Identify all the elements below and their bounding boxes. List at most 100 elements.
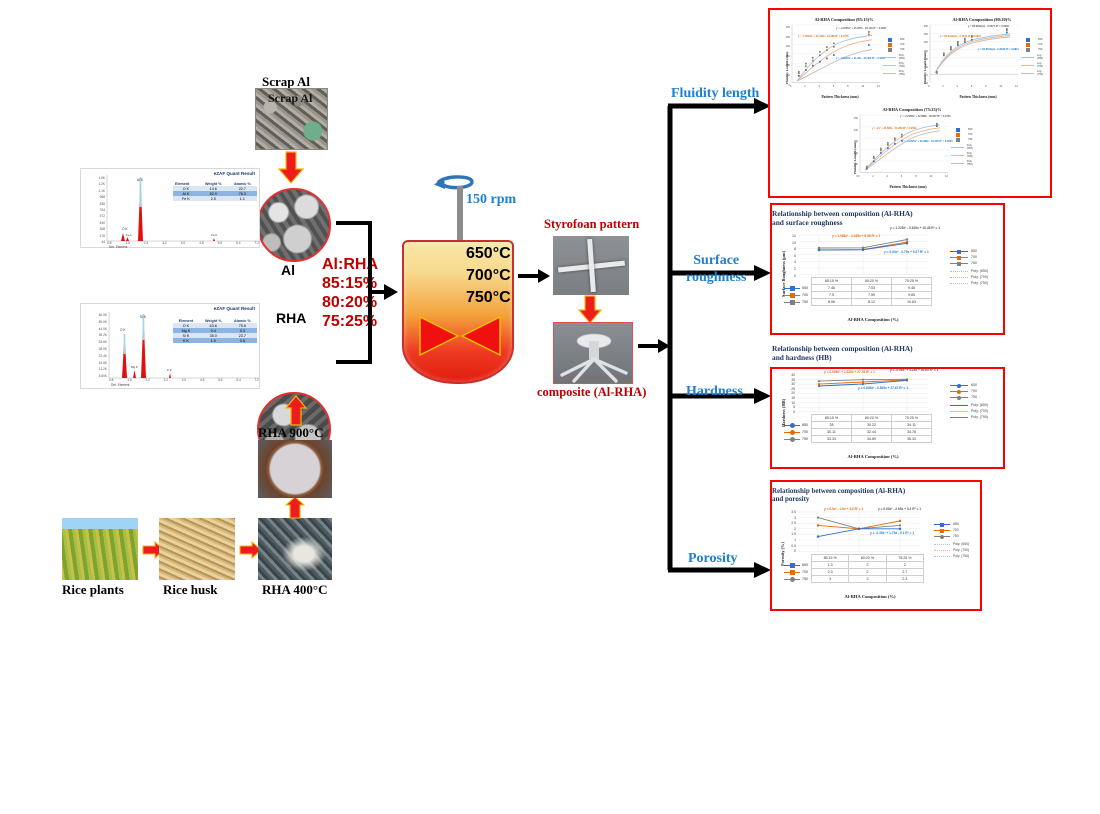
legend-marker bbox=[950, 410, 968, 412]
edx-rha-xtick: 6.4 bbox=[236, 378, 241, 382]
chart-xtick: 4 bbox=[886, 175, 888, 178]
legend-item: 700 bbox=[934, 528, 969, 533]
chart-ytick: 300 bbox=[923, 25, 928, 28]
edx-al-xtick: 4.8 bbox=[199, 241, 204, 245]
legend-item: Poly. (750) bbox=[950, 281, 988, 285]
edx-rha-xaxis: 0.8 1.6 2.4 3.2 4.0 4.8 5.6 6.4 7.2 bbox=[109, 378, 259, 382]
chart-ytick: 0 bbox=[926, 74, 928, 78]
chart-title: Al-RHA Composition (80:20)% bbox=[952, 17, 1012, 22]
chart-equation-700-hardness: y = 0.005x² + 2.335x + 27.78 R² = 1 bbox=[824, 370, 875, 374]
legend-item: Poly. (700) bbox=[934, 548, 969, 552]
edx-rha-ytick: 33.6K bbox=[98, 340, 107, 345]
chart-equation-650-hardness: y = 0.835x² - 0.505x + 27.67 R² = 1 bbox=[858, 386, 909, 390]
legend-label: 750 bbox=[971, 395, 977, 399]
table-row: 650 1.3 2 2 bbox=[784, 561, 925, 569]
legend-item: Poly. (700) bbox=[950, 275, 988, 279]
table-row-key: 650 bbox=[784, 562, 812, 569]
edx-rha-ytick: 55.0K bbox=[98, 319, 107, 324]
legend-label: Poly. (750) bbox=[966, 160, 973, 166]
legend-item: 650 bbox=[950, 249, 988, 254]
edx-rha-xtick: 1.6 bbox=[127, 378, 132, 382]
legend-item: Poly. (650) bbox=[934, 542, 969, 546]
table-cell: 35.33 bbox=[891, 435, 932, 443]
legend-marker bbox=[1021, 48, 1035, 52]
chart-ytick: -50 bbox=[924, 82, 928, 86]
al-label: Al bbox=[281, 262, 295, 278]
edx-rha-xtick: 4.0 bbox=[181, 378, 187, 382]
svg-text:O K: O K bbox=[122, 227, 128, 231]
legend-label: 700 bbox=[971, 389, 977, 393]
chart-title-line1: Relationship between composition (Al-RHA… bbox=[772, 487, 906, 495]
legend-item: Poly. (750) bbox=[934, 554, 969, 558]
table-col-header: 85:15 % bbox=[811, 414, 852, 422]
legend-item: 650 bbox=[950, 383, 988, 388]
legend-label: 700 bbox=[971, 255, 977, 259]
legend-label: 650 bbox=[900, 38, 905, 41]
chart-ytick: 0 bbox=[856, 174, 858, 178]
legend-item: 750 bbox=[934, 534, 969, 539]
legend-item: 650 bbox=[951, 128, 978, 132]
chart-ytick: 250 bbox=[853, 117, 858, 120]
chart-fluidity-75-25: Al-RHA Composition (75:25)% Fluidity Len… bbox=[846, 106, 978, 194]
table-col-header: 75:25 % bbox=[891, 414, 932, 422]
chart-equation-650: y = -0.9902x² + 31.25x - 23.406 R² = 0.9… bbox=[836, 57, 886, 60]
svg-text:K K: K K bbox=[167, 368, 172, 372]
chart-ytick: 12 bbox=[792, 234, 796, 238]
legend-label: Poly. (650) bbox=[971, 269, 989, 273]
edx-rha-cell-element: K K bbox=[182, 338, 189, 343]
legend-marker bbox=[934, 549, 950, 551]
table-cell: 8.12 bbox=[851, 298, 892, 306]
legend-marker bbox=[950, 404, 968, 406]
chart-xlabel: Pattern Thickness (mm) bbox=[889, 185, 927, 189]
arrow-rha400-to-rha900 bbox=[284, 496, 306, 519]
legend-label: Poly. (750) bbox=[971, 281, 989, 285]
chart-xlabel: Pattern Thickness (mm) bbox=[821, 95, 859, 99]
chart-legend: 650 700 750 Log. (650) Log. (700) Log. (… bbox=[1021, 38, 1048, 78]
chart-xtick: 0 bbox=[858, 175, 860, 178]
edx-al-row: O K 14.6 22.7 bbox=[173, 186, 257, 191]
temperature-list: 650°C 700°C 750°C bbox=[466, 243, 511, 309]
legend-label: 700 bbox=[900, 43, 905, 46]
chart-equation-650: y = 82.851ln(x) - 5.3338 R² = 0.9811 bbox=[978, 48, 1019, 51]
data-table-surface-roughness: 85:15 % 80:20 % 75:25 % 650 7.46 7.53 9.… bbox=[784, 277, 932, 306]
legend-label: Poly. (700) bbox=[971, 409, 989, 413]
chart-title-line1: Relationship between composition (Al-RHA… bbox=[772, 209, 913, 218]
table-row: 750 8.06 8.12 10.63 bbox=[784, 298, 932, 306]
legend-label: Poly. (750) bbox=[898, 70, 905, 76]
legend-marker bbox=[951, 154, 964, 156]
chart-fluidity-80-20: Al-RHA Composition (80:20)% Fluidity Len… bbox=[916, 16, 1048, 104]
chart-ytick: 250 bbox=[785, 35, 790, 39]
legend-label: Poly. (700) bbox=[898, 62, 905, 68]
edx-rha-yaxis: 60.0K 55.0K 44.0K 39.2K 33.6K 28.0K 22.4… bbox=[81, 312, 109, 380]
table-row: 750 3 2 2.3 bbox=[784, 575, 925, 583]
chart-title-line2: and hardness (HB) bbox=[772, 353, 832, 362]
table-row: 650 7.46 7.53 9.48 bbox=[784, 284, 932, 292]
legend-label: 700 bbox=[1038, 43, 1043, 46]
branch-label-porosity: Porosity bbox=[688, 551, 738, 566]
table-cell: 2.7 bbox=[885, 568, 925, 576]
legend-marker bbox=[950, 276, 968, 278]
legend-item: 700 bbox=[883, 43, 910, 47]
chart-equation-700: y = -1.3561x² + 41.046x - 31.286 R² = 0.… bbox=[798, 35, 849, 38]
legend-marker bbox=[1021, 56, 1035, 58]
composite-photo bbox=[553, 322, 633, 384]
legend-item: 750 bbox=[1021, 48, 1048, 52]
legend-label: 700 bbox=[953, 528, 959, 532]
chart-legend-hardness: 650 700 750 Poly. (650) Poly. (700) Poly… bbox=[950, 383, 988, 421]
chart-xtick: 8 bbox=[847, 85, 849, 88]
chart-equation-650: y = -2.2325x² + 39.688x - 34.406 R² = 0.… bbox=[902, 140, 953, 143]
table-col-header: 85:15 % bbox=[810, 554, 850, 562]
chart-xtick: 4 bbox=[956, 85, 958, 88]
branch-label-fluidity: Fluidity length bbox=[671, 86, 760, 101]
legend-marker bbox=[951, 138, 965, 142]
table-cell: 30.11 bbox=[811, 428, 852, 436]
table-cell: 9.85 bbox=[891, 291, 932, 299]
table-cell: 7.53 bbox=[851, 284, 892, 292]
edx-rha-row: K K 1.0 0.5 bbox=[173, 338, 257, 343]
legend-marker bbox=[950, 383, 968, 388]
chart-ytick: 100 bbox=[785, 64, 790, 68]
chart-xtick: 10 bbox=[999, 85, 1003, 88]
edx-rha-ytick: 22.4K bbox=[98, 353, 107, 358]
edx-al-row: Al K 82.9 76.3 bbox=[173, 191, 257, 196]
legend-marker bbox=[950, 389, 968, 394]
